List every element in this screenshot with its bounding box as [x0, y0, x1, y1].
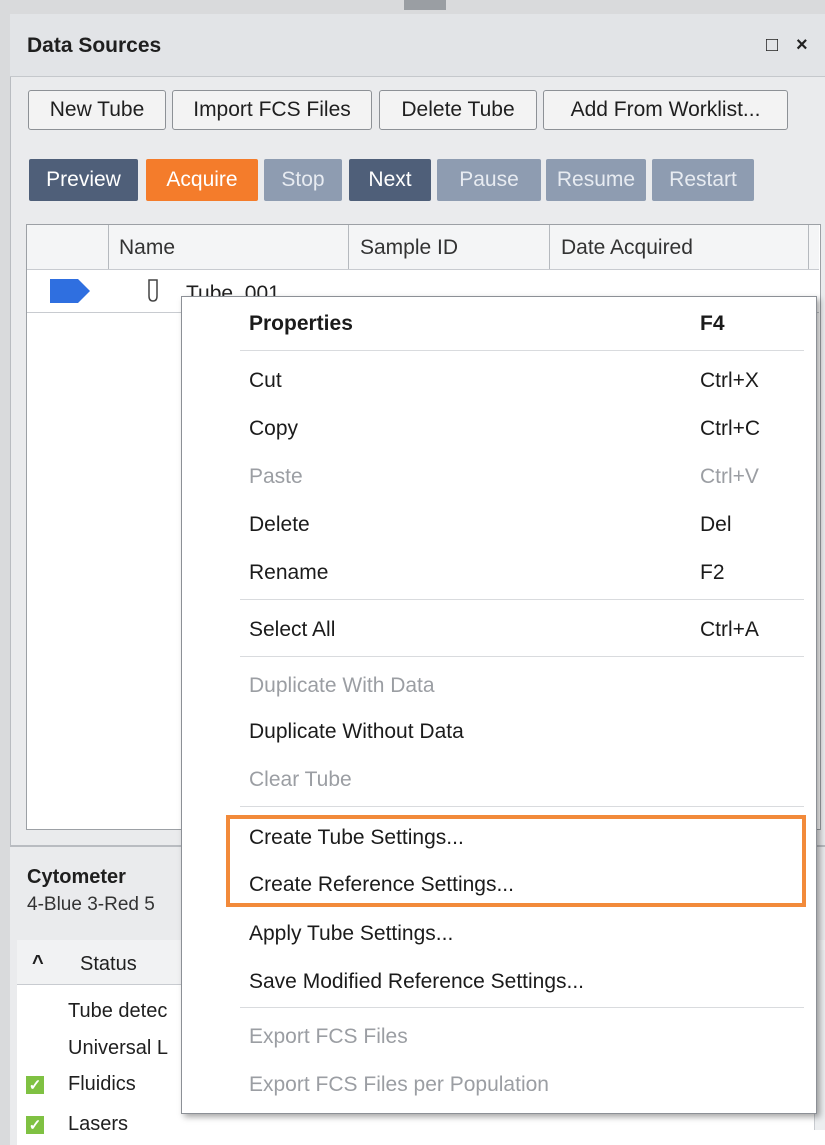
status-row-label: Universal L: [68, 1037, 169, 1059]
menu-separator: [240, 806, 804, 807]
preview-button[interactable]: Preview: [29, 159, 138, 201]
import-fcs-files-button[interactable]: Import FCS Files: [172, 90, 372, 130]
check-icon: ✓: [26, 1076, 44, 1094]
current-tube-pointer-icon: [50, 279, 90, 303]
menu-separator: [240, 1007, 804, 1008]
menu-item-rename[interactable]: Rename: [249, 561, 328, 585]
menu-item-clear-tube[interactable]: Clear Tube: [249, 768, 352, 792]
column-separator[interactable]: [549, 225, 550, 269]
cytometer-config: 4-Blue 3-Red 5: [27, 894, 155, 915]
restart-button[interactable]: Restart: [652, 159, 754, 201]
collapse-chevron-icon[interactable]: ^: [32, 952, 44, 975]
shortcut-properties: F4: [700, 312, 725, 335]
status-row-label: Fluidics: [68, 1073, 136, 1095]
next-button[interactable]: Next: [349, 159, 431, 201]
column-separator[interactable]: [808, 225, 809, 269]
shortcut-select-all: Ctrl+A: [700, 618, 759, 641]
column-separator[interactable]: [108, 225, 109, 269]
menu-item-paste[interactable]: Paste: [249, 465, 303, 489]
column-separator[interactable]: [348, 225, 349, 269]
add-from-worklist-button[interactable]: Add From Worklist...: [543, 90, 788, 130]
tube-icon: [148, 279, 158, 302]
menu-item-duplicate-without-data[interactable]: Duplicate Without Data: [249, 720, 464, 744]
menu-item-apply-tube-settings[interactable]: Apply Tube Settings...: [249, 922, 453, 946]
menu-item-delete[interactable]: Delete: [249, 513, 310, 537]
shortcut-cut: Ctrl+X: [700, 369, 759, 392]
column-header-name[interactable]: Name: [119, 236, 175, 260]
panel-title: Data Sources: [27, 34, 162, 57]
column-header-sample-id[interactable]: Sample ID: [360, 236, 458, 260]
menu-item-properties[interactable]: Properties: [249, 312, 353, 336]
menu-separator: [240, 656, 804, 657]
status-row-label: Lasers: [68, 1113, 129, 1135]
delete-tube-button[interactable]: Delete Tube: [379, 90, 537, 130]
panel-grip[interactable]: [404, 0, 446, 10]
check-icon: ✓: [26, 1116, 44, 1134]
menu-item-export-fcs-per-population[interactable]: Export FCS Files per Population: [249, 1073, 549, 1097]
maximize-icon[interactable]: □: [766, 34, 778, 57]
menu-separator: [240, 599, 804, 600]
shortcut-paste: Ctrl+V: [700, 465, 759, 488]
acquire-button[interactable]: Acquire: [146, 159, 258, 201]
status-row-label: Tube detec: [68, 1000, 168, 1022]
highlight-annotation-box: [226, 815, 806, 907]
menu-item-cut[interactable]: Cut: [249, 369, 282, 393]
menu-item-duplicate-with-data[interactable]: Duplicate With Data: [249, 674, 435, 698]
status-header[interactable]: Status: [80, 953, 137, 976]
column-header-date-acquired[interactable]: Date Acquired: [561, 236, 693, 260]
shortcut-delete: Del: [700, 513, 732, 536]
cytometer-title: Cytometer: [27, 866, 126, 888]
menu-item-copy[interactable]: Copy: [249, 417, 298, 441]
menu-item-export-fcs-files[interactable]: Export FCS Files: [249, 1025, 408, 1049]
shortcut-copy: Ctrl+C: [700, 417, 761, 440]
menu-separator: [240, 350, 804, 351]
pause-button[interactable]: Pause: [437, 159, 541, 201]
new-tube-button[interactable]: New Tube: [28, 90, 166, 130]
menu-item-select-all[interactable]: Select All: [249, 618, 335, 642]
menu-item-save-modified-reference-settings[interactable]: Save Modified Reference Settings...: [249, 970, 584, 994]
resume-button[interactable]: Resume: [546, 159, 646, 201]
close-icon[interactable]: ×: [796, 34, 808, 57]
shortcut-rename: F2: [700, 561, 725, 584]
stop-button[interactable]: Stop: [264, 159, 342, 201]
